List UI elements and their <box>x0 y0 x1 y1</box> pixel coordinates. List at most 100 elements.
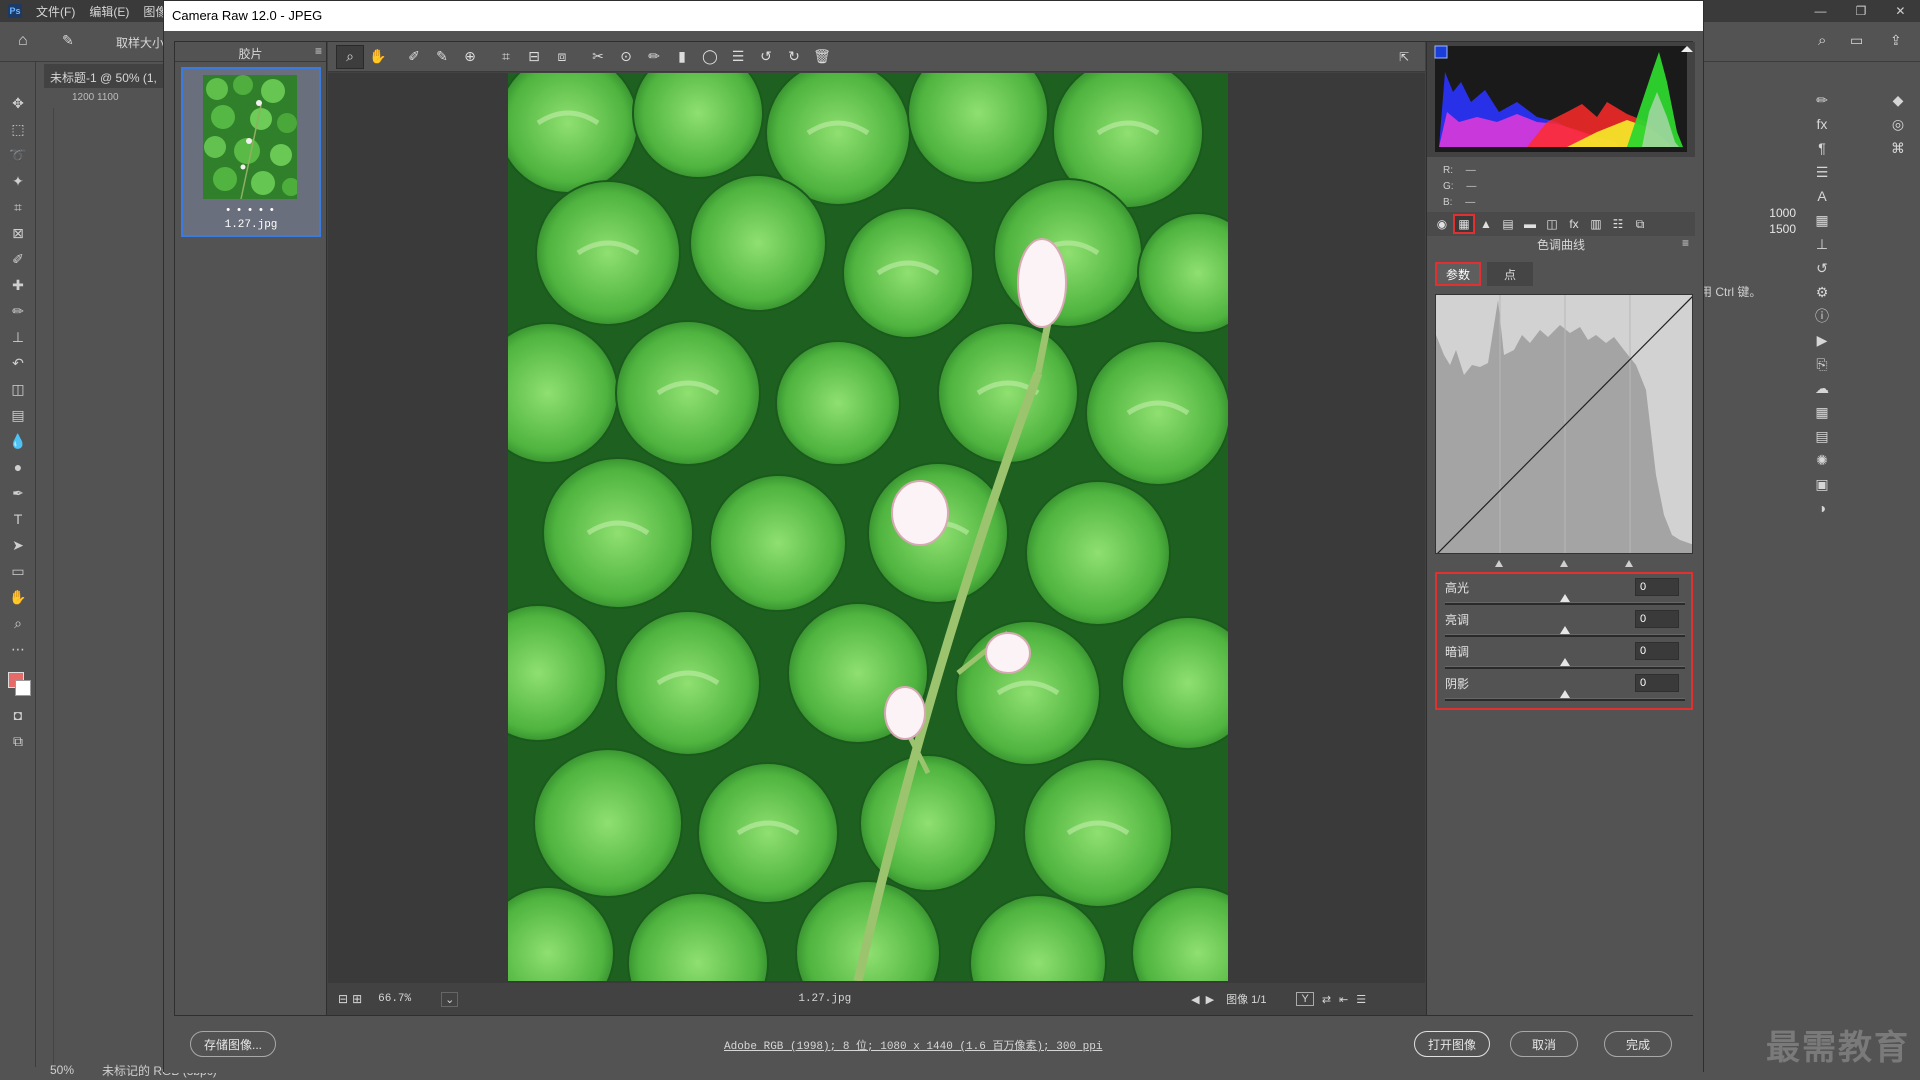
fx-icon[interactable]: fx <box>1808 112 1836 136</box>
measure-icon[interactable]: ▣ <box>1808 472 1836 496</box>
color-sampler-icon[interactable]: ✎ <box>428 45 456 69</box>
rectangle-tool-icon[interactable]: ▭ <box>0 558 36 584</box>
slider-thumb[interactable] <box>1560 594 1570 602</box>
brush-settings-icon[interactable]: ✏ <box>1808 88 1836 112</box>
done-button[interactable]: 完成 <box>1604 1031 1672 1057</box>
stamp-tool-icon[interactable]: ⊥ <box>0 324 36 350</box>
background-color-swatch[interactable] <box>15 680 31 696</box>
menu-edit[interactable]: 编辑(E) <box>89 3 129 20</box>
marquee-tool-icon[interactable]: ⬚ <box>0 116 36 142</box>
hand-tool-icon[interactable]: ✋ <box>0 584 36 610</box>
minimize-icon[interactable]: — <box>1815 4 1827 18</box>
paths-icon[interactable]: ⌘ <box>1884 136 1912 160</box>
rotate-right-icon[interactable]: ↻ <box>780 45 808 69</box>
crop-tool-icon[interactable]: ⌗ <box>0 194 36 220</box>
slider-thumb[interactable] <box>1560 626 1570 634</box>
detail-tab-icon[interactable]: ▲ <box>1475 214 1497 234</box>
image-preview[interactable] <box>328 73 1425 983</box>
calibration-tab-icon[interactable]: ▥ <box>1585 214 1607 234</box>
graduated-filter-icon[interactable]: ▮ <box>668 45 696 69</box>
channels-icon[interactable]: ◎ <box>1884 112 1912 136</box>
zoom-out-icon[interactable]: ⊟ <box>338 992 348 1006</box>
radial-filter-icon[interactable]: ◯ <box>696 45 724 69</box>
before-after-toggle-icon[interactable]: Y <box>1296 992 1314 1006</box>
color-picker-icon[interactable]: ◑ <box>1808 496 1836 520</box>
filmstrip-menu-icon[interactable]: ≡ <box>315 44 322 58</box>
more-tools-icon[interactable]: ⋯ <box>0 636 36 662</box>
workflow-options-link[interactable]: Adobe RGB (1998); 8 位; 1080 x 1440 (1.6 … <box>724 1037 1102 1053</box>
eraser-tool-icon[interactable]: ◫ <box>0 376 36 402</box>
dodge-tool-icon[interactable]: ● <box>0 454 36 480</box>
timeline-icon[interactable]: ⎘ <box>1808 352 1836 376</box>
transform-icon[interactable]: ⧈ <box>548 45 576 69</box>
tone-curve-graph[interactable] <box>1435 294 1693 554</box>
open-image-button[interactable]: 打开图像 <box>1414 1031 1490 1057</box>
red-eye-icon[interactable]: ⊙ <box>612 45 640 69</box>
slider-track[interactable] <box>1445 634 1685 637</box>
rotate-left-icon[interactable]: ↺ <box>752 45 780 69</box>
color-swatches[interactable] <box>0 662 35 702</box>
blur-tool-icon[interactable]: 💧 <box>0 428 36 454</box>
zoom-tool-icon[interactable]: ⌕ <box>0 610 36 636</box>
zoom-dropdown-icon[interactable]: ⌄ <box>441 991 459 1007</box>
lasso-tool-icon[interactable]: ➰ <box>0 142 36 168</box>
effects-tab-icon[interactable]: fx <box>1563 214 1585 234</box>
healing-brush-icon[interactable]: ✚ <box>0 272 36 298</box>
history-brush-icon[interactable]: ↶ <box>0 350 36 376</box>
lens-tab-icon[interactable]: ◫ <box>1541 214 1563 234</box>
slider-value-input[interactable]: 0 <box>1635 578 1679 596</box>
split-toning-tab-icon[interactable]: ▬ <box>1519 214 1541 234</box>
crop-tool-icon[interactable]: ⌗ <box>492 45 520 69</box>
slider-lights[interactable]: 亮调 0 <box>1441 608 1689 640</box>
swap-settings-icon[interactable]: ⇄ <box>1322 993 1331 1006</box>
adjustments-icon[interactable]: ☰ <box>1808 160 1836 184</box>
layers-icon[interactable]: ◆ <box>1884 88 1912 112</box>
glyph-icon[interactable]: ✺ <box>1808 448 1836 472</box>
document-tab[interactable]: 未标题-1 @ 50% (1, <box>44 64 164 88</box>
play-icon[interactable]: ▶ <box>1808 328 1836 352</box>
pen-tool-icon[interactable]: ✒ <box>0 480 36 506</box>
preferences-icon[interactable]: ☰ <box>724 45 752 69</box>
slider-track[interactable] <box>1445 666 1685 669</box>
cancel-button[interactable]: 取消 <box>1510 1031 1578 1057</box>
info-icon[interactable]: ⓘ <box>1808 304 1836 328</box>
screen-mode-icon[interactable]: ⧉ <box>0 728 36 754</box>
midtones-split-handle[interactable] <box>1560 560 1568 567</box>
slider-track[interactable] <box>1445 602 1685 605</box>
swatches-icon[interactable]: ▦ <box>1808 208 1836 232</box>
trash-icon[interactable]: 🗑 <box>808 45 836 69</box>
prev-image-icon[interactable]: ◀ <box>1191 993 1199 1006</box>
slider-shadows[interactable]: 阴影 0 <box>1441 672 1689 704</box>
slider-thumb[interactable] <box>1560 690 1570 698</box>
targeted-adjust-icon[interactable]: ⊕ <box>456 45 484 69</box>
slider-value-input[interactable]: 0 <box>1635 642 1679 660</box>
character-icon[interactable]: A <box>1808 184 1836 208</box>
straighten-icon[interactable]: ⊟ <box>520 45 548 69</box>
brush-tool-icon[interactable]: ✏ <box>0 298 36 324</box>
filmstrip-thumbnail[interactable]: • • • • • 1.27.jpg <box>181 67 321 237</box>
home-icon[interactable]: ⌂ <box>18 32 28 50</box>
preview-preferences-icon[interactable]: ☰ <box>1356 993 1366 1006</box>
table-icon[interactable]: ▦ <box>1808 400 1836 424</box>
presets-tab-icon[interactable]: ☷ <box>1607 214 1629 234</box>
paragraph-icon[interactable]: ¶ <box>1808 136 1836 160</box>
share-icon[interactable]: ⇪ <box>1890 32 1902 49</box>
tone-curve-tab-icon[interactable]: ▦ <box>1453 214 1475 234</box>
quick-mask-icon[interactable]: ◘ <box>0 702 36 728</box>
type-tool-icon[interactable]: T <box>0 506 36 532</box>
shadows-split-handle[interactable] <box>1495 560 1503 567</box>
libraries-icon[interactable]: ☁ <box>1808 376 1836 400</box>
next-image-icon[interactable]: ▶ <box>1206 993 1214 1006</box>
restore-icon[interactable]: ❐ <box>1856 4 1867 18</box>
panel-menu-icon[interactable]: ≡ <box>1682 236 1689 250</box>
hand-tool-icon[interactable]: ✋ <box>364 45 392 69</box>
gradient-tool-icon[interactable]: ▤ <box>0 402 36 428</box>
zoom-tool-icon[interactable]: ⌕ <box>336 44 364 69</box>
slider-thumb[interactable] <box>1560 658 1570 666</box>
basic-tab-icon[interactable]: ◉ <box>1431 214 1453 234</box>
rating-stars[interactable]: • • • • • <box>183 204 319 216</box>
highlights-split-handle[interactable] <box>1625 560 1633 567</box>
magic-wand-icon[interactable]: ✦ <box>0 168 36 194</box>
tab-parametric[interactable]: 参数 <box>1435 262 1481 286</box>
slider-value-input[interactable]: 0 <box>1635 674 1679 692</box>
